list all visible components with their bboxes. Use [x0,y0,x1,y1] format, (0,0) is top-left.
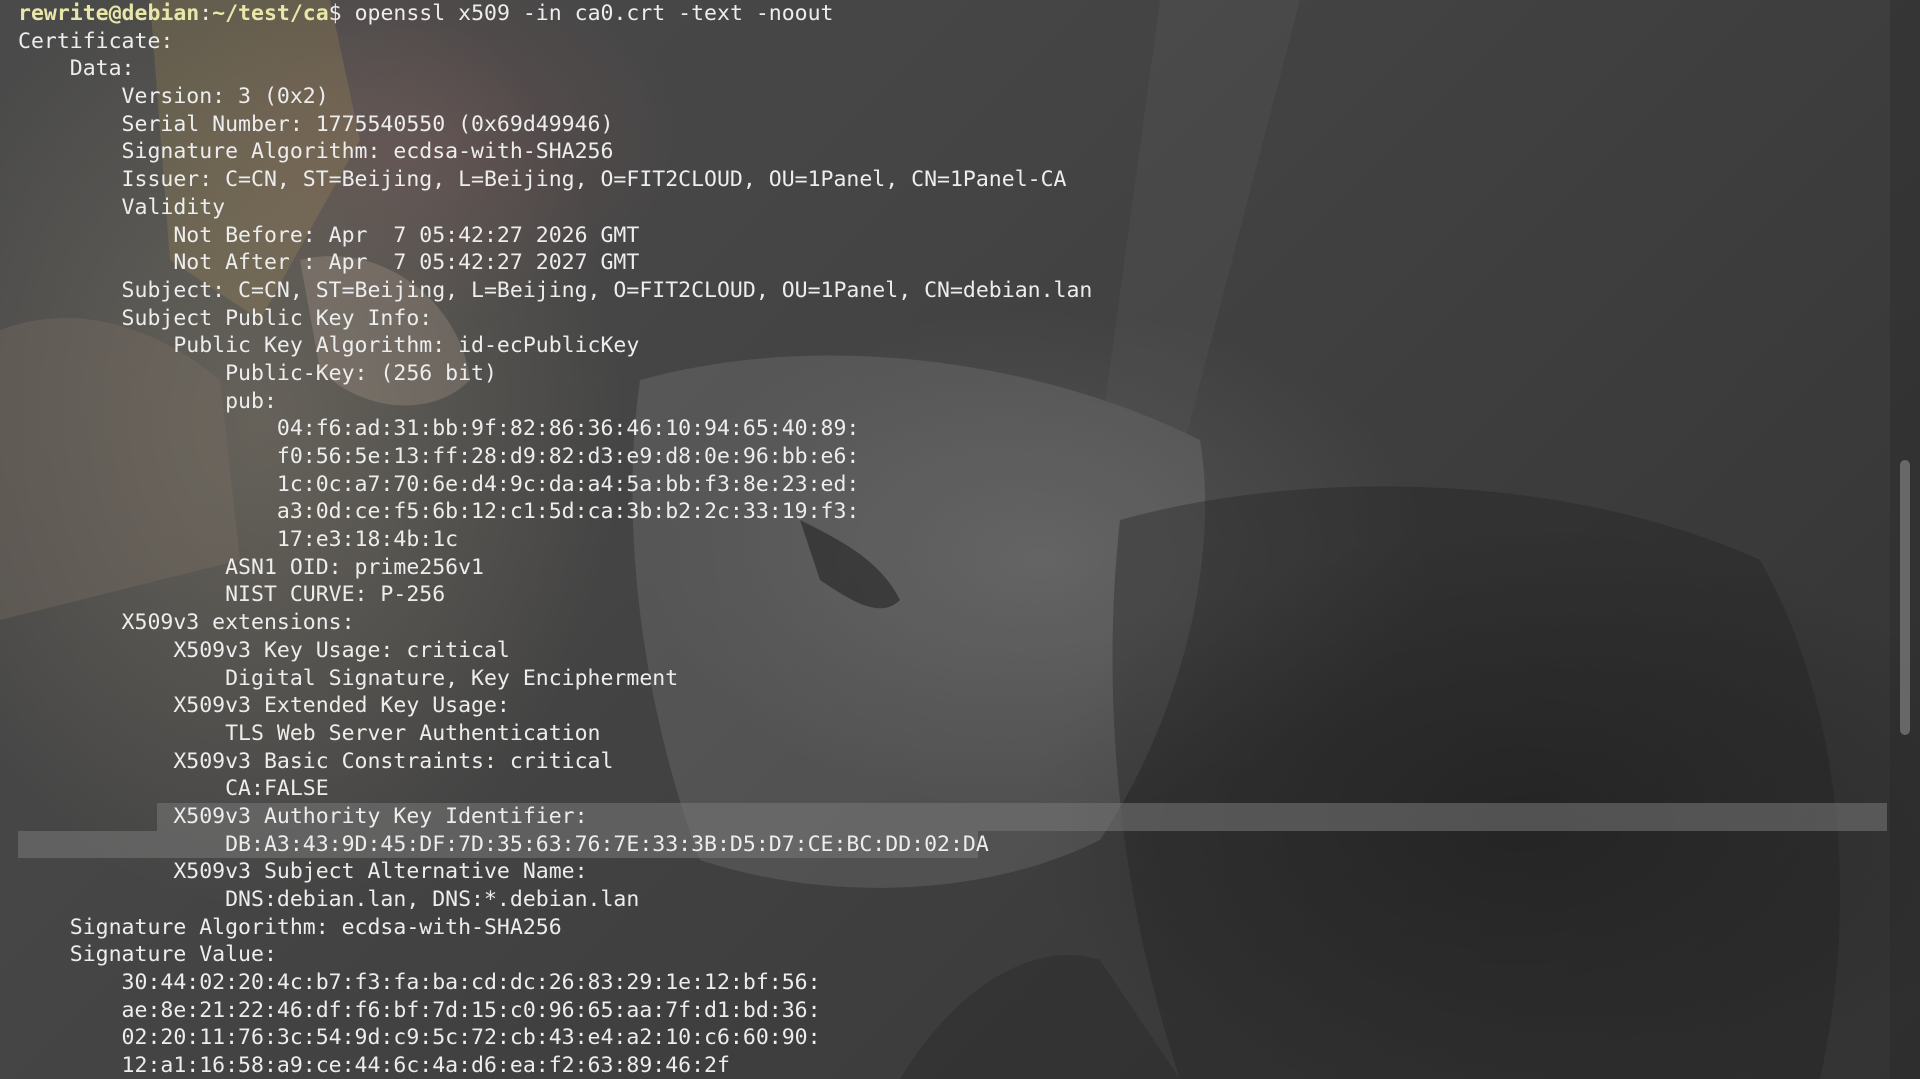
output-line: X509v3 extensions: [18,610,355,636]
output-line: Not Before: Apr 7 05:42:27 2026 GMT [18,222,640,248]
prompt-symbol: $ [328,1,342,26]
output-line: f0:56:5e:13:ff:28:d9:82:d3:e9:d8:0e:96:b… [18,444,860,469]
output-line: 02:20:11:76:3c:54:9d:c9:5c:72:cb:43:e4:a… [18,1025,821,1051]
terminal-output[interactable]: rewrite@debian:~/test/ca$ openssl x509 -… [18,0,1888,1079]
scrollbar-track[interactable] [1890,0,1920,1079]
output-line: Issuer: C=CN, ST=Beijing, L=Beijing, O=F… [18,167,1067,193]
output-line: Public Key Algorithm: id-ecPublicKey [18,333,640,359]
prompt-path: ~/test/ca [212,1,329,26]
output-line: X509v3 Basic Constraints: critical [18,748,614,774]
output-line: X509v3 Subject Alternative Name: [18,859,588,885]
output-line: ASN1 OID: prime256v1 [18,554,484,580]
output-line: pub: [18,388,277,414]
output-line: Not After : Apr 7 05:42:27 2027 GMT [18,250,640,276]
scrollbar-thumb[interactable] [1900,460,1910,735]
output-line: 1c:0c:a7:70:6e:d4:9c:da:a4:5a:bb:f3:8e:2… [18,471,860,497]
output-line: Public-Key: (256 bit) [18,360,497,386]
output-line: X509v3 Key Usage: critical [18,637,510,663]
output-line: Serial Number: 1775540550 (0x69d49946) [18,111,614,137]
output-line: Certificate: [18,28,174,54]
output-line: Signature Algorithm: ecdsa-with-SHA256 [18,914,562,940]
output-line: CA:FALSE [18,776,329,802]
prompt-user-host: rewrite@debian [18,1,200,26]
output-line: X509v3 Extended Key Usage: [18,693,510,719]
output-line: DNS:debian.lan, DNS:*.debian.lan [18,887,640,912]
output-line: 04:f6:ad:31:bb:9f:82:86:36:46:10:94:65:4… [18,416,860,442]
output-line: Validity [18,194,226,220]
terminal-window[interactable]: rewrite@debian:~/test/ca$ openssl x509 -… [0,0,1920,1079]
output-line: TLS Web Server Authentication [18,720,601,746]
output-line: 12:a1:16:58:a9:ce:44:6c:4a:d6:ea:f2:63:8… [18,1053,730,1079]
output-line: Subject Public Key Info: [18,305,433,331]
output-line: Data: [18,56,135,82]
prompt-line: rewrite@debian:~/test/ca$ openssl x509 -… [18,0,1888,28]
selected-output-line[interactable]: DB:A3:43:9D:45:DF:7D:35:63:76:7E:33:3B:D… [18,830,1888,859]
command-text: openssl x509 -in ca0.crt -text -noout [341,1,834,26]
output-line: Digital Signature, Key Encipherment [18,665,679,691]
prompt-separator: : [199,1,213,26]
output-line: 17:e3:18:4b:1c [18,527,459,553]
output-line: NIST CURVE: P-256 [18,582,446,608]
output-line: a3:0d:ce:f5:6b:12:c1:5d:ca:3b:b2:2c:33:1… [18,499,860,525]
output-line: Version: 3 (0x2) [18,84,329,110]
output-line: Signature Value: [18,942,277,968]
output-line: Signature Algorithm: ecdsa-with-SHA256 [18,139,614,165]
output-line: Subject: C=CN, ST=Beijing, L=Beijing, O=… [18,277,1093,303]
output-line: ae:8e:21:22:46:df:f6:bf:7d:15:c0:96:65:a… [18,997,821,1023]
selected-output-line[interactable]: X509v3 Authority Key Identifier: [18,802,1888,831]
output-line: 30:44:02:20:4c:b7:f3:fa:ba:cd:dc:26:83:2… [18,970,821,996]
